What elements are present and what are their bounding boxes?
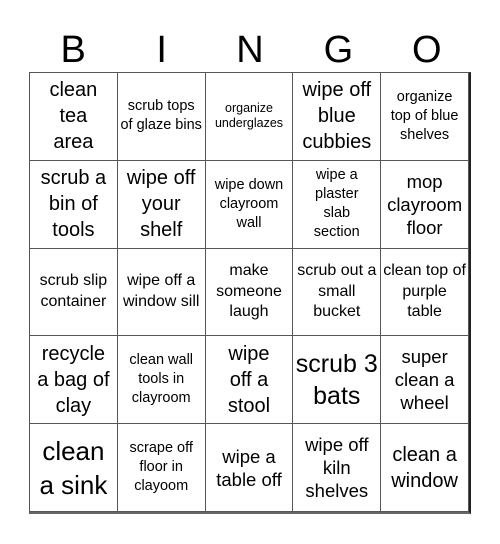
bingo-cell[interactable]: wipe off your shelf — [117, 160, 206, 249]
bingo-cell[interactable]: wipe a table off — [205, 424, 294, 512]
bingo-cell[interactable]: clean a sink — [30, 424, 118, 512]
cell-text: mop clayroom floor — [387, 170, 463, 238]
bingo-cell[interactable]: clean tea area — [30, 73, 118, 161]
bingo-cell[interactable]: wipe a plaster slab section — [293, 160, 382, 249]
cell-text: make someone laugh — [216, 262, 282, 321]
bingo-cell[interactable]: wipe off blue cubbies — [293, 73, 382, 161]
bingo-header: B I N G O — [29, 28, 471, 72]
bingo-cell[interactable]: scrub a bin of tools — [30, 160, 118, 249]
cell-text: recycle a bag of clay — [37, 342, 110, 417]
bingo-cell[interactable]: super clean a wheel — [381, 336, 469, 425]
cell-text: wipe down clayroom wall — [214, 176, 284, 231]
cell-text: wipe a plaster slab section — [313, 167, 360, 241]
header-letter-i: I — [156, 29, 167, 71]
bingo-cell[interactable]: clean a window — [381, 424, 469, 512]
header-letter-o: O — [412, 29, 442, 71]
cell-text: super clean a wheel — [394, 346, 455, 414]
cell-text: scrub out a small bucket — [297, 262, 377, 321]
bingo-cell[interactable]: clean top of purple table — [381, 248, 469, 337]
bingo-cell[interactable]: wipe off a stool — [205, 336, 294, 425]
cell-text: scrub slip container — [39, 272, 108, 310]
cell-text: organize underglazes — [214, 101, 284, 131]
bingo-cell[interactable]: organize underglazes — [205, 73, 294, 161]
cell-text: wipe off blue cubbies — [302, 79, 372, 154]
cell-text: wipe off a stool — [227, 342, 271, 417]
bingo-cell[interactable]: wipe off a window sill — [117, 248, 206, 337]
cell-text: clean wall tools in clayroom — [129, 352, 194, 407]
cell-text: scrub 3 bats — [295, 349, 378, 410]
cell-text: wipe a table off — [216, 445, 282, 490]
cell-text: wipe off kiln shelves — [305, 434, 369, 502]
bingo-cell[interactable]: scrub 3 bats — [293, 336, 382, 425]
header-letter-g: G — [323, 29, 354, 71]
bingo-cell[interactable]: scrape off floor in clayoom — [117, 424, 206, 512]
bingo-cell[interactable]: wipe down clayroom wall — [205, 160, 294, 249]
cell-text: clean a window — [391, 443, 458, 492]
bingo-cell[interactable]: recycle a bag of clay — [30, 336, 118, 425]
bingo-cell[interactable]: wipe off kiln shelves — [293, 424, 382, 512]
cell-text: wipe off your shelf — [126, 167, 196, 242]
bingo-cell[interactable]: clean wall tools in clayroom — [117, 336, 206, 425]
bingo-cell[interactable]: make someone laugh — [205, 248, 294, 337]
cell-text: clean a sink — [39, 435, 108, 500]
cell-text: wipe off a window sill — [122, 272, 200, 310]
bingo-cell[interactable]: scrub tops of glaze bins — [117, 73, 206, 161]
bingo-cell[interactable]: mop clayroom floor — [381, 160, 469, 249]
header-letter-b: B — [60, 29, 86, 71]
cell-text: clean tea area — [49, 79, 98, 154]
header-letter-n: N — [236, 29, 264, 71]
bingo-cell[interactable]: scrub slip container — [30, 248, 118, 337]
cell-text: scrub a bin of tools — [40, 167, 107, 242]
cell-text: organize top of blue shelves — [390, 88, 459, 143]
bingo-cell[interactable]: organize top of blue shelves — [381, 73, 469, 161]
cell-text: scrape off floor in clayoom — [129, 440, 193, 495]
bingo-cell[interactable]: scrub out a small bucket — [293, 248, 382, 337]
bingo-board: clean tea area scrub tops of glaze bins … — [29, 72, 471, 514]
cell-text: scrub tops of glaze bins — [120, 98, 202, 134]
cell-text: clean top of purple table — [383, 262, 466, 321]
